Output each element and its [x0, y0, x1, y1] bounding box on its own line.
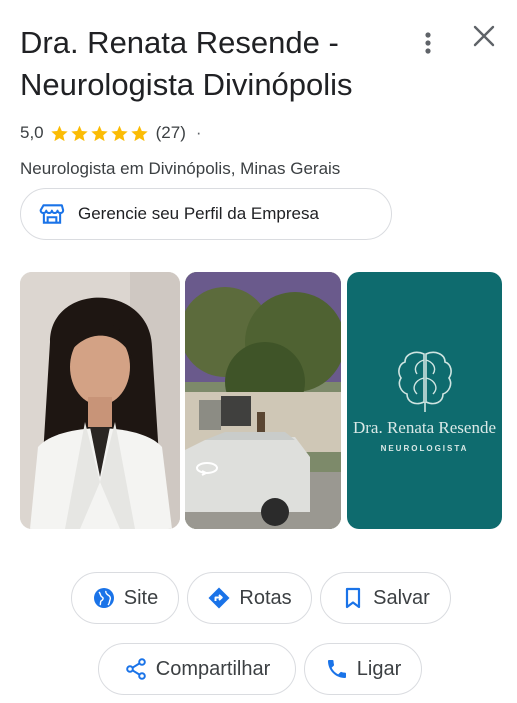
- close-button[interactable]: [468, 20, 500, 52]
- site-label: Site: [123, 586, 159, 609]
- star-icon: [90, 125, 108, 141]
- save-label: Salvar: [373, 586, 430, 609]
- call-button[interactable]: Ligar: [304, 643, 422, 695]
- review-count-link[interactable]: (27): [156, 123, 186, 143]
- star-icon: [70, 125, 88, 141]
- manage-profile-button[interactable]: Gerencie seu Perfil da Empresa: [20, 188, 392, 240]
- site-button[interactable]: Site: [71, 572, 179, 624]
- bookmark-icon: [346, 587, 361, 609]
- business-category: Neurologista em Divinópolis, Minas Gerai…: [20, 159, 341, 178]
- storefront-icon: [39, 204, 65, 224]
- star-icon: [130, 125, 148, 141]
- manage-profile-label: Gerencie seu Perfil da Empresa: [78, 204, 319, 223]
- more-vert-icon: [425, 32, 431, 54]
- call-label: Ligar: [356, 657, 402, 680]
- star-icon: [110, 125, 128, 141]
- rating-row: 5,0 (27) ·: [20, 121, 202, 145]
- share-button[interactable]: Compartilhar: [98, 643, 296, 695]
- more-options-button[interactable]: [418, 28, 438, 58]
- globe-icon: [93, 588, 114, 608]
- directions-label: Rotas: [239, 586, 292, 609]
- rating-score: 5,0: [20, 123, 44, 142]
- portrait-illustration: [20, 272, 180, 529]
- photo-doctor-portrait[interactable]: [20, 272, 180, 529]
- brain-logo-icon: [398, 351, 452, 412]
- 360-rotate-icon: [196, 462, 218, 476]
- photo-logo[interactable]: Dra. Renata Resende NEUROLOGISTA: [347, 272, 502, 529]
- directions-icon: [208, 587, 230, 609]
- separator-dot: ·: [195, 123, 202, 142]
- logo-brand-subtitle: NEUROLOGISTA: [380, 444, 469, 453]
- logo-brand-name: Dra. Renata Resende: [352, 418, 497, 437]
- photo-street-view[interactable]: [185, 272, 341, 529]
- save-button[interactable]: Salvar: [320, 572, 451, 624]
- star-icon: [50, 125, 68, 141]
- street-view-illustration: [185, 272, 341, 529]
- directions-button[interactable]: Rotas: [187, 572, 312, 624]
- close-icon: [473, 25, 495, 47]
- share-label: Compartilhar: [155, 657, 271, 680]
- business-title: Dra. Renata Resende - Neurologista Divin…: [20, 25, 353, 102]
- share-icon: [125, 658, 146, 680]
- star-rating: [50, 124, 150, 143]
- phone-icon: [327, 660, 346, 678]
